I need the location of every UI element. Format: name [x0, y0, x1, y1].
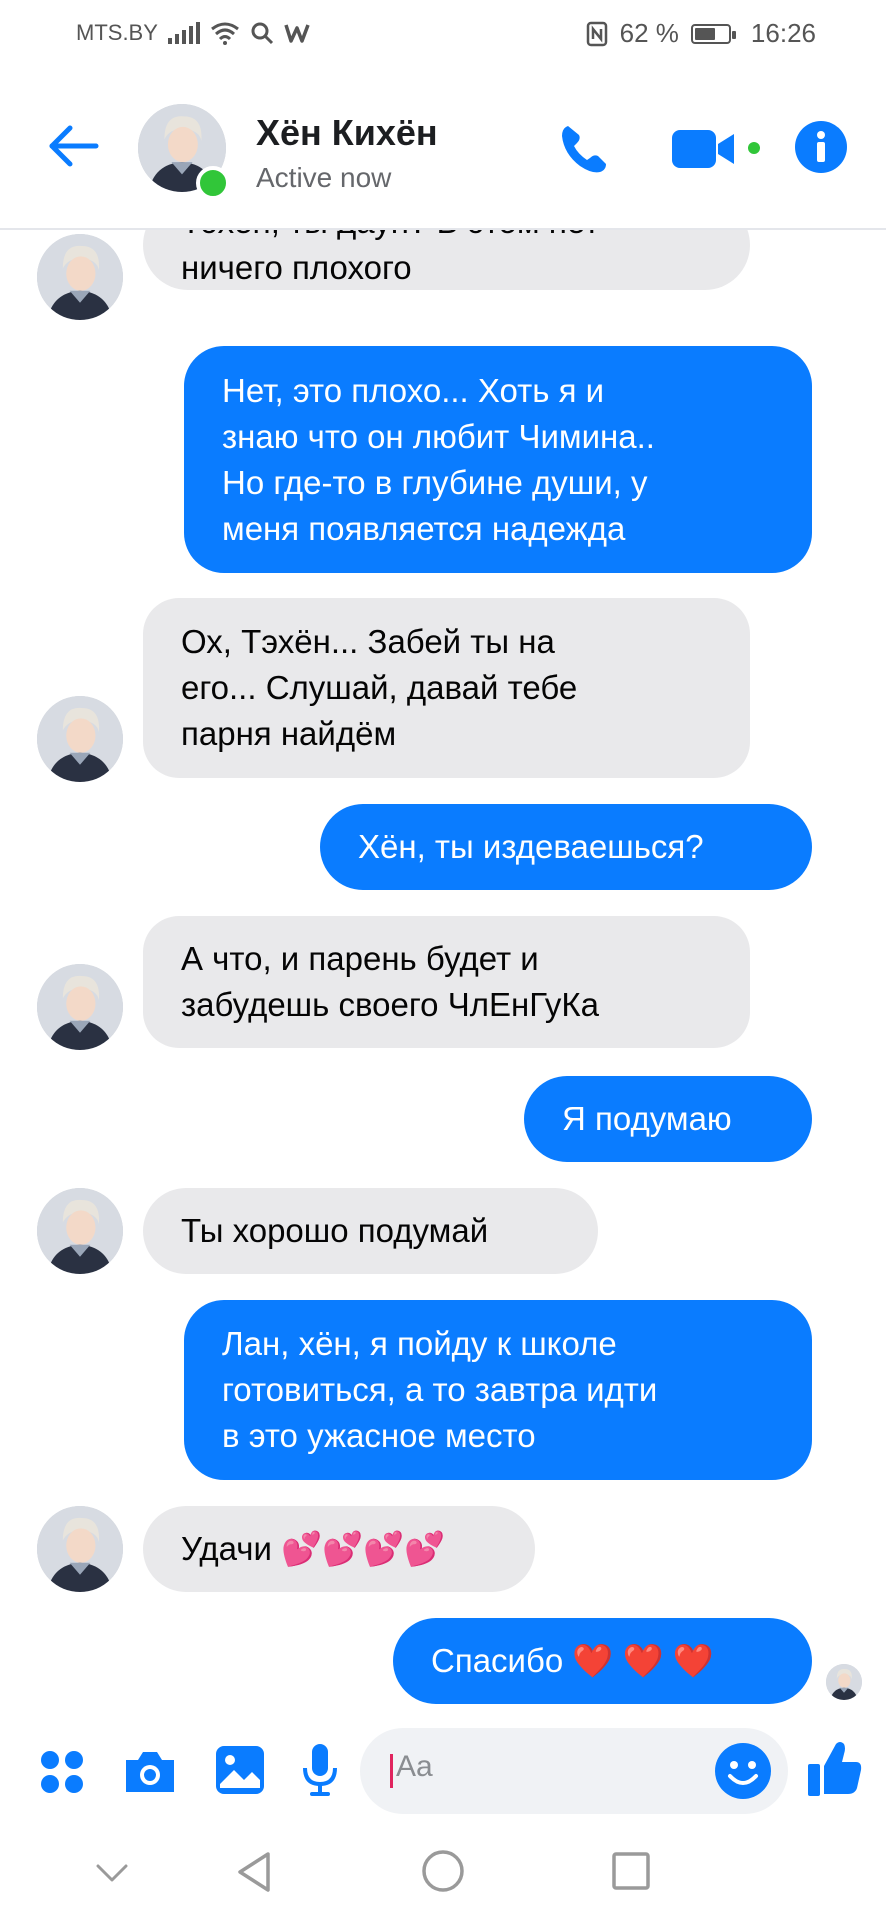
thumbs-up-icon[interactable]: [806, 1738, 864, 1798]
message-text-line: готовиться, а то завтра идти: [222, 1371, 658, 1408]
message-text-line: Хён, ты издеваешься?: [358, 828, 704, 865]
signal-icon: [167, 22, 200, 44]
message-text-line: в это ужасное место: [222, 1417, 536, 1454]
message-text-line: забудешь своего ЧлЕнГуКа: [181, 986, 599, 1023]
smiley-icon[interactable]: [714, 1742, 772, 1800]
message-text-line: Лан, хён, я пойду к школе: [222, 1325, 617, 1362]
message-text-line: Удачи 💕💕💕💕: [181, 1530, 446, 1567]
search-icon: [251, 22, 273, 45]
message-text-line: знаю что он любит Чимина..: [222, 417, 655, 455]
nfc-icon: [586, 21, 607, 46]
chat-header: Хён Кихён Active now: [0, 72, 886, 230]
battery-percent: 62 %: [619, 18, 679, 48]
info-icon[interactable]: [794, 120, 848, 174]
message-text-line: его... Слушай, давай тебе: [181, 669, 578, 706]
message-text-line: Но где-то в глубине души, у: [222, 463, 648, 501]
sender-avatar[interactable]: [37, 696, 123, 782]
contact-name[interactable]: Хён Кихён: [256, 112, 438, 154]
status-right: 62 % 16:26: [586, 18, 816, 49]
message-text-line: Тэхён, ты даун? В этом нет: [181, 230, 712, 245]
message-list[interactable]: Тэхён, ты даун? В этом нет ничего плохого…: [0, 230, 886, 1720]
system-navigation-bar: [0, 1822, 886, 1920]
status-left: MTS.BY: [76, 20, 310, 46]
input-placeholder: Aa: [396, 1750, 433, 1783]
carrier-label: MTS.BY: [76, 20, 158, 45]
incoming-message[interactable]: Удачи 💕💕💕💕: [143, 1506, 535, 1592]
outgoing-message[interactable]: Лан, хён, я пойду к школе готовиться, а т…: [184, 1300, 812, 1480]
incoming-message[interactable]: Тэхён, ты даун? В этом нет ничего плохого: [143, 230, 750, 290]
presence-status: Active now: [256, 162, 392, 193]
message-text-line: меня появляется надежда: [222, 509, 626, 547]
incoming-message[interactable]: Ты хорошо подумай: [143, 1188, 598, 1274]
message-text-line: Спасибо ❤️ ❤️ ❤️: [431, 1642, 715, 1679]
wifi-icon: [210, 22, 239, 45]
battery-icon: [690, 23, 736, 44]
seen-receipt-avatar: [826, 1664, 862, 1700]
message-text-line: Я подумаю: [562, 1100, 732, 1137]
message-text-line: Нет, это плохо... Хоть я и: [222, 371, 605, 409]
text-caret: [390, 1754, 393, 1788]
composer-bar: Aa: [0, 1722, 886, 1822]
app-w-icon: [284, 24, 310, 43]
outgoing-message[interactable]: Хён, ты издеваешься?: [320, 804, 812, 890]
phone-icon[interactable]: [556, 120, 614, 178]
online-indicator: [196, 166, 230, 200]
triangle-back-icon[interactable]: [232, 1848, 276, 1896]
outgoing-message[interactable]: Спасибо ❤️ ❤️ ❤️: [393, 1618, 812, 1704]
message-text-line: А что, и парень будет и: [181, 940, 539, 977]
message-text-line: парня найдём: [181, 715, 397, 752]
outgoing-message[interactable]: Нет, это плохо... Хоть я и знаю что он лю…: [184, 346, 812, 573]
message-text-line: Ты хорошо подумай: [181, 1212, 489, 1249]
message-text-line: ничего плохого: [181, 249, 412, 286]
message-input[interactable]: Aa: [360, 1728, 788, 1814]
microphone-icon[interactable]: [300, 1742, 340, 1798]
status-bar: MTS.BY 62 % 16:26: [0, 0, 886, 72]
incoming-message[interactable]: А что, и парень будет и забудешь своего Ч…: [143, 916, 750, 1048]
chevron-down-icon[interactable]: [92, 1852, 132, 1892]
sender-avatar[interactable]: [37, 234, 123, 320]
back-arrow-icon[interactable]: [44, 116, 104, 176]
outgoing-message[interactable]: Я подумаю: [524, 1076, 812, 1162]
camera-icon[interactable]: [122, 1748, 178, 1796]
sender-avatar[interactable]: [37, 1506, 123, 1592]
clock: 16:26: [750, 18, 816, 48]
sender-avatar[interactable]: [37, 1188, 123, 1274]
image-icon[interactable]: [214, 1744, 266, 1796]
message-text-line: Ох, Тэхён... Забей ты на: [181, 623, 555, 660]
circle-home-icon[interactable]: [420, 1848, 466, 1894]
four-dots-icon[interactable]: [38, 1748, 86, 1796]
incoming-message[interactable]: Ох, Тэхён... Забей ты на его... Слушай, д…: [143, 598, 750, 778]
video-camera-icon[interactable]: [670, 126, 760, 172]
square-recents-icon[interactable]: [610, 1850, 652, 1892]
sender-avatar[interactable]: [37, 964, 123, 1050]
